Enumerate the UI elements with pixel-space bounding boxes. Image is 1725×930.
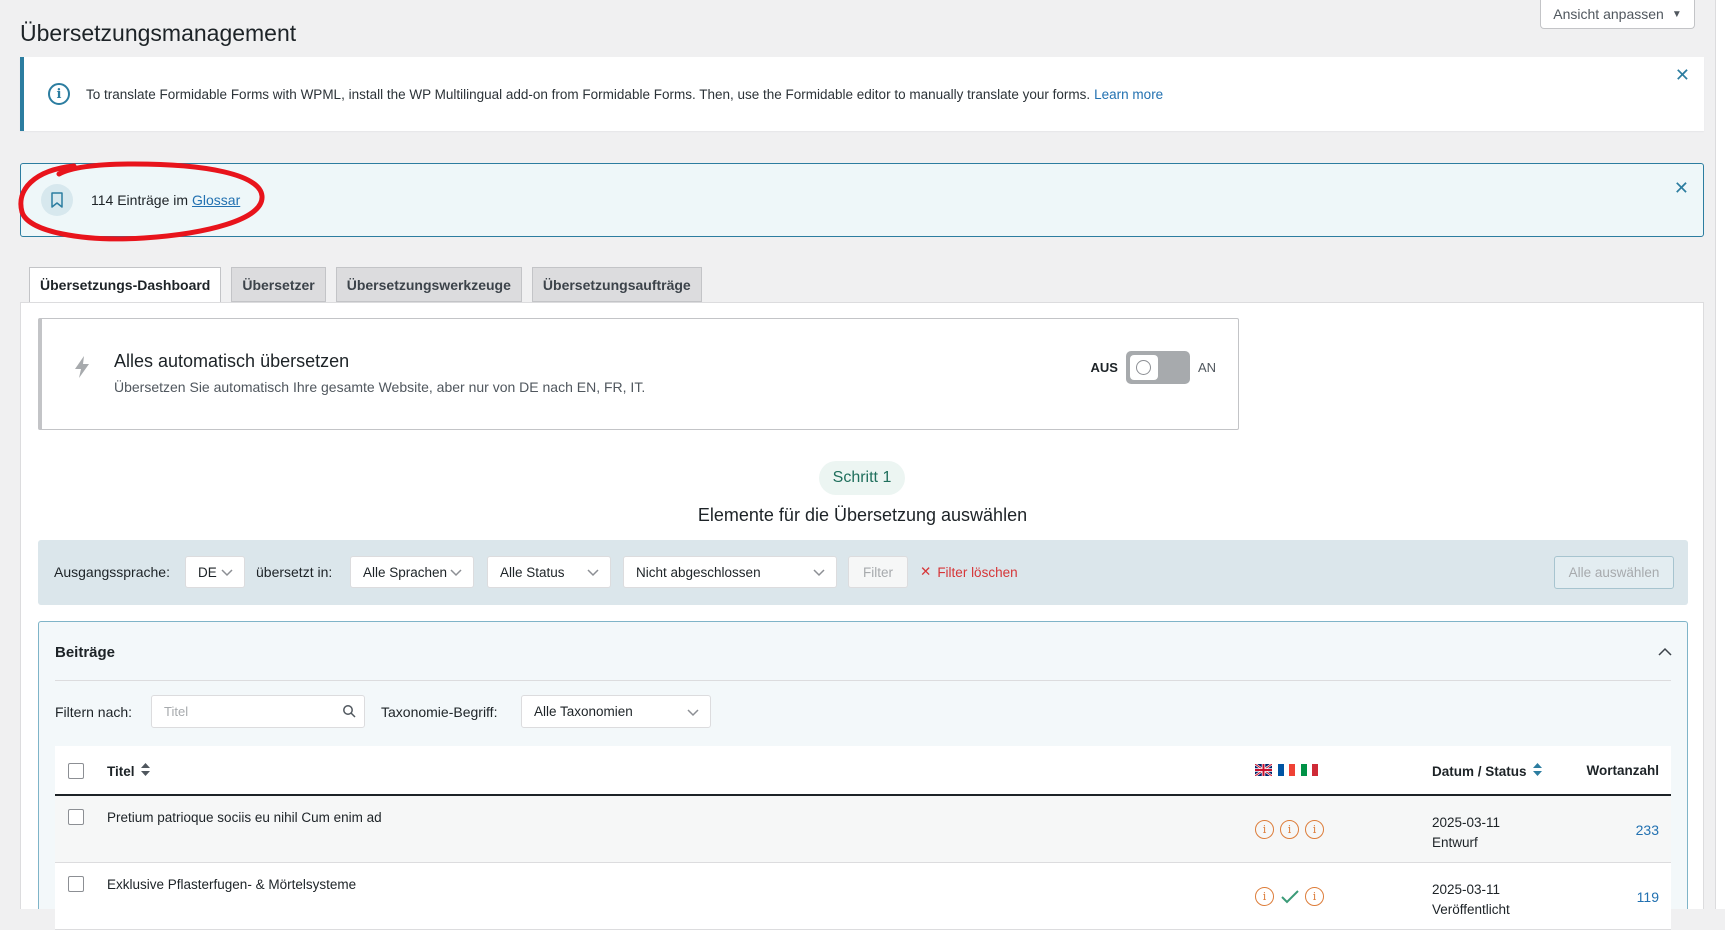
posts-section: Beiträge Filtern nach: Titel Taxonomie-B… [38, 621, 1688, 930]
auto-translate-box: Alles automatisch übersetzen Übersetzen … [38, 318, 1239, 430]
info-icon[interactable]: i [1280, 820, 1299, 839]
select-all-checkbox[interactable] [68, 763, 84, 779]
auto-translate-title: Alles automatisch übersetzen [114, 351, 350, 371]
select-all-button[interactable]: Alle auswählen [1554, 556, 1674, 589]
language-flags [1255, 764, 1318, 776]
glossary-link[interactable]: Glossar [192, 192, 240, 208]
divider [55, 680, 1671, 681]
status-select[interactable]: Alle Status [487, 556, 611, 588]
column-title[interactable]: Titel [107, 763, 150, 779]
tab-bar: Übersetzungs-Dashboard Übersetzer Überse… [29, 267, 702, 303]
auto-translate-toggle-group: AUS AN [1090, 351, 1216, 384]
source-language-select[interactable]: DE [185, 556, 245, 588]
caret-down-icon: ▼ [1671, 8, 1682, 20]
flag-it-icon [1301, 764, 1318, 776]
completion-value: Nicht abgeschlossen [636, 564, 761, 580]
row-status: Veröffentlicht [1432, 902, 1510, 917]
posts-section-title: Beiträge [55, 644, 116, 661]
step-badge: Schritt 1 [819, 461, 905, 495]
sort-icon [140, 763, 150, 779]
sort-icon [1532, 763, 1542, 779]
flag-en-icon [1255, 764, 1272, 776]
info-icon: i [48, 83, 70, 105]
auto-translate-description: Übersetzen Sie automatisch Ihre gesamte … [114, 379, 646, 395]
translation-status-group: i i [1255, 887, 1324, 906]
learn-more-link[interactable]: Learn more [1094, 87, 1163, 102]
target-languages-value: Alle Sprachen [363, 564, 448, 580]
toggle-off-label: AUS [1090, 360, 1118, 375]
clear-filters-label: Filter löschen [937, 564, 1018, 580]
column-word-count: Wortanzahl [1586, 763, 1659, 778]
info-icon[interactable]: i [1255, 820, 1274, 839]
checkmark-icon[interactable] [1280, 887, 1299, 906]
row-checkbox[interactable] [68, 809, 84, 825]
table-row: Exklusive Pflasterfugen- & Mörtelsysteme… [55, 863, 1671, 930]
row-date-status: 2025-03-11 Entwurf [1432, 813, 1500, 853]
column-title-label: Titel [107, 763, 135, 779]
step-heading: Elemente für die Übersetzung auswählen [697, 505, 1028, 525]
info-notice: i To translate Formidable Forms with WPM… [20, 57, 1704, 131]
close-icon[interactable]: ✕ [1674, 178, 1689, 199]
tab-translators[interactable]: Übersetzer [231, 267, 326, 302]
row-title: Exklusive Pflasterfugen- & Mörtelsysteme [107, 877, 357, 892]
chevron-down-icon [449, 565, 463, 582]
chevron-up-icon[interactable] [1657, 644, 1673, 665]
row-title: Pretium patrioque sociis eu nihil Cum en… [107, 810, 382, 825]
close-icon: ✕ [920, 564, 932, 579]
chevron-down-icon [812, 565, 826, 582]
title-search-placeholder: Titel [164, 704, 189, 719]
title-search-input[interactable]: Titel [151, 695, 365, 728]
taxonomy-label: Taxonomie-Begriff: [381, 704, 498, 720]
toggle-knob [1129, 355, 1158, 380]
search-icon[interactable] [342, 704, 356, 721]
taxonomy-select[interactable]: Alle Taxonomien [521, 695, 711, 728]
status-value: Alle Status [500, 564, 565, 580]
chevron-down-icon [220, 565, 234, 582]
source-language-value: DE [198, 564, 217, 580]
column-date-status[interactable]: Datum / Status [1432, 763, 1542, 779]
info-icon[interactable]: i [1255, 887, 1274, 906]
clear-filters-button[interactable]: ✕ Filter löschen [920, 564, 1018, 580]
tab-jobs[interactable]: Übersetzungsaufträge [531, 267, 702, 302]
lightning-icon [72, 355, 92, 384]
tab-dashboard[interactable]: Übersetzungs-Dashboard [29, 267, 222, 303]
toggle-on-label: AN [1197, 360, 1216, 375]
filter-bar: Ausgangssprache: DE übersetzt in: Alle S… [38, 540, 1688, 605]
column-date-status-label: Datum / Status [1432, 763, 1527, 779]
taxonomy-value: Alle Taxonomien [534, 704, 633, 719]
row-date: 2025-03-11 [1432, 882, 1501, 897]
chevron-down-icon [586, 565, 600, 582]
posts-table: Titel Datum / Status Wortanzahl Pretium … [55, 746, 1671, 930]
glossary-notice: 114 Einträge im Glossar ✕ [20, 163, 1704, 237]
info-notice-text: To translate Formidable Forms with WPML,… [86, 86, 1091, 102]
bookmark-icon [41, 184, 73, 216]
auto-translate-toggle[interactable] [1125, 351, 1190, 384]
row-date: 2025-03-11 [1432, 815, 1501, 830]
row-status: Entwurf [1432, 835, 1478, 850]
chevron-down-icon [686, 705, 700, 722]
glossary-count-text: 114 Einträge im [91, 192, 189, 208]
right-edge [1715, 0, 1725, 909]
translated-into-label: übersetzt in: [256, 564, 333, 580]
target-languages-select[interactable]: Alle Sprachen [350, 556, 474, 588]
filter-button[interactable]: Filter [848, 556, 908, 588]
row-word-count[interactable]: 233 [1636, 822, 1659, 838]
close-icon[interactable]: ✕ [1675, 65, 1690, 86]
tab-tools[interactable]: Übersetzungswerkzeuge [335, 267, 522, 302]
translation-status-group: i i i [1255, 820, 1324, 839]
screen-options-label: Ansicht anpassen [1553, 6, 1664, 22]
filter-by-label: Filtern nach: [55, 704, 133, 720]
info-icon[interactable]: i [1305, 820, 1324, 839]
table-row: Pretium patrioque sociis eu nihil Cum en… [55, 796, 1671, 863]
page-title: Übersetzungsmanagement [20, 20, 297, 46]
info-icon[interactable]: i [1305, 887, 1324, 906]
screen-options-button[interactable]: Ansicht anpassen ▼ [1540, 0, 1695, 29]
source-language-label: Ausgangssprache: [54, 564, 170, 580]
row-date-status: 2025-03-11 Veröffentlicht [1432, 880, 1510, 920]
completion-select[interactable]: Nicht abgeschlossen [623, 556, 837, 588]
row-checkbox[interactable] [68, 876, 84, 892]
row-word-count[interactable]: 119 [1637, 889, 1659, 905]
flag-fr-icon [1278, 764, 1295, 776]
table-header: Titel Datum / Status Wortanzahl [55, 746, 1671, 796]
